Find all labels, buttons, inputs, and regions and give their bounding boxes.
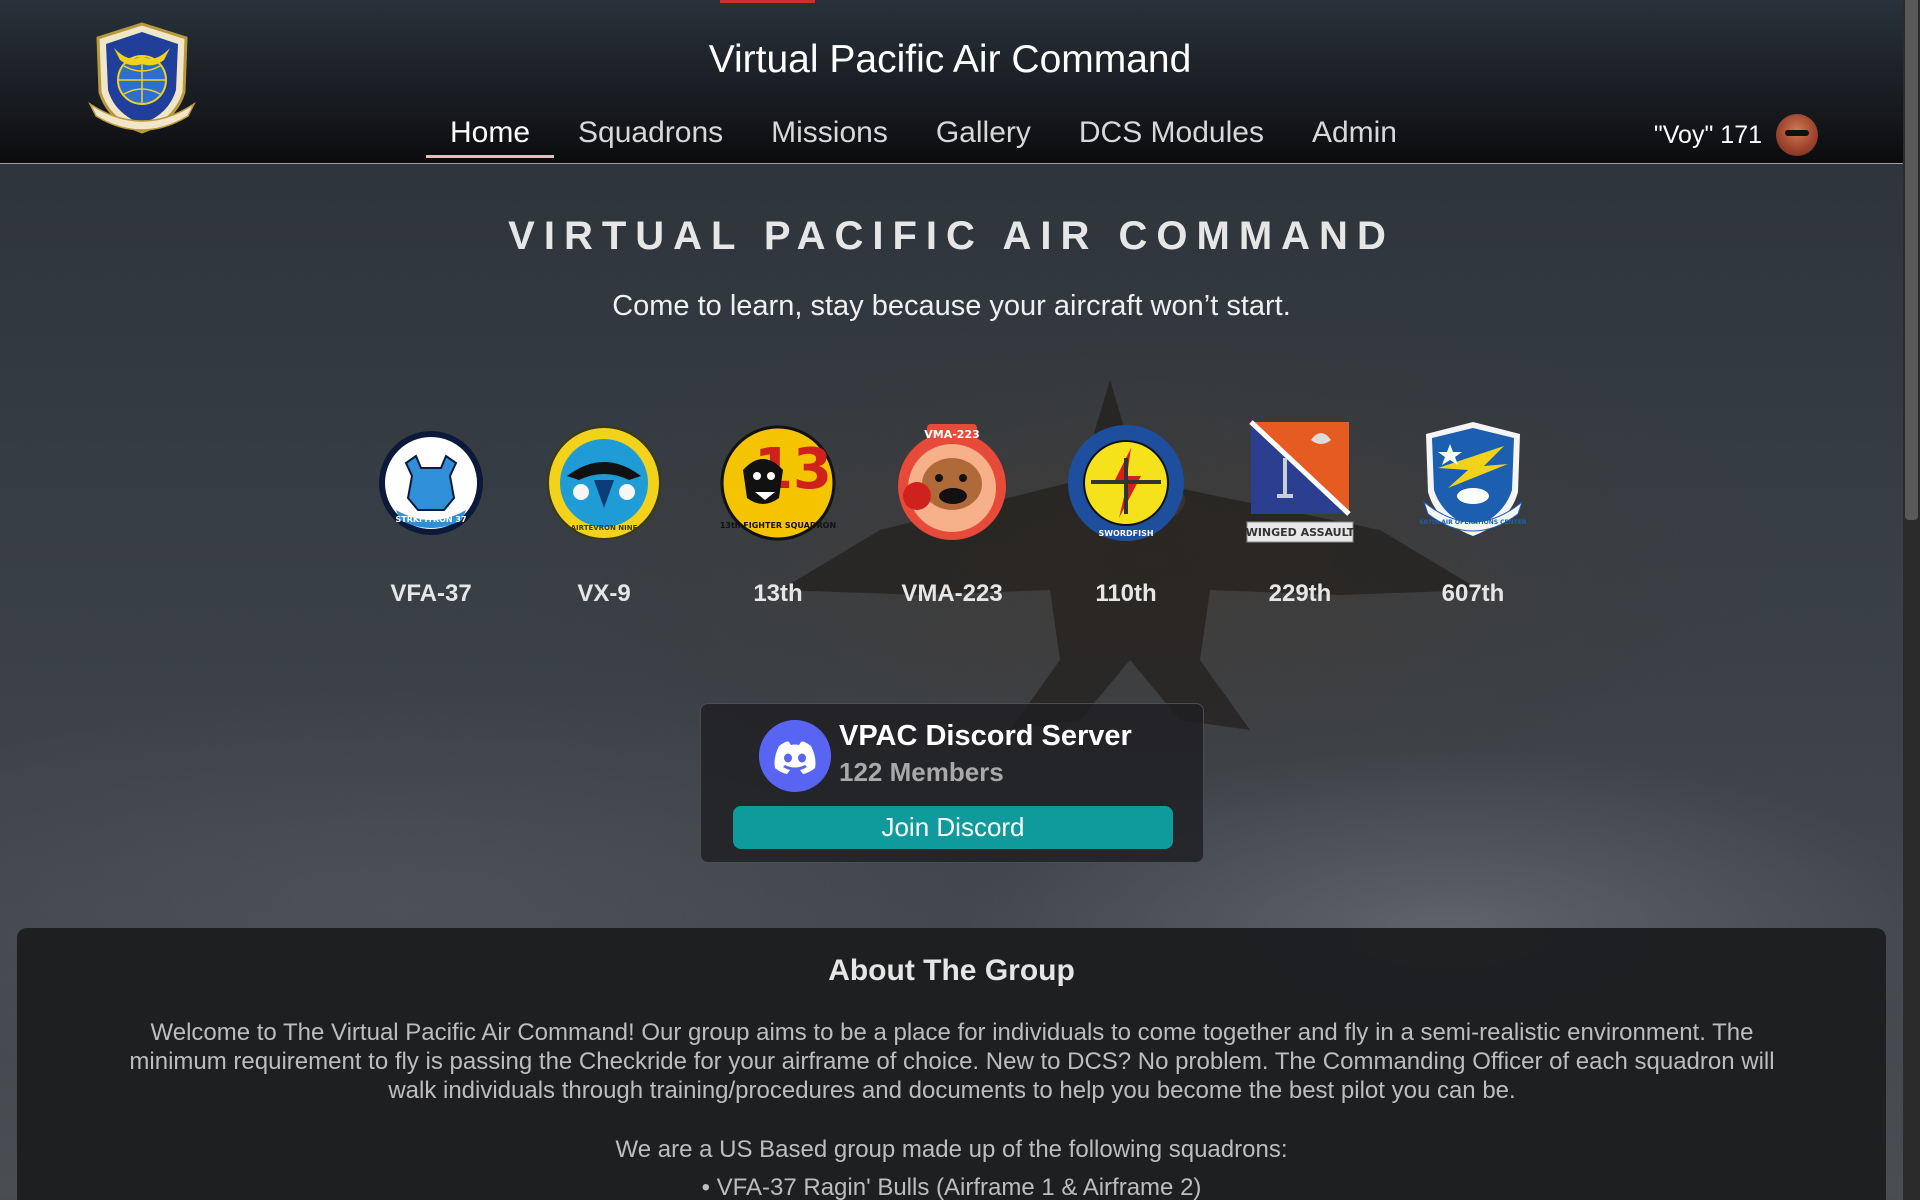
squadron-label[interactable]: VFA-37 [346, 580, 516, 608]
squadron-label[interactable]: 607th [1388, 580, 1558, 608]
site-title[interactable]: Virtual Pacific Air Command [0, 38, 1900, 82]
nav-admin[interactable]: Admin [1288, 112, 1421, 158]
229th-patch-text: WINGED ASSAULT [1246, 526, 1355, 539]
squadron-13th[interactable]: 13 13th FIGHTER SQUADRON 13th [693, 418, 863, 608]
discord-widget: VPAC Discord Server 122 Members Join Dis… [700, 703, 1204, 863]
about-body-line: minimum requirement to fly is passing th… [129, 1048, 1775, 1075]
squadron-label[interactable]: VMA-223 [867, 580, 1037, 608]
squadron-label[interactable]: 110th [1041, 580, 1211, 608]
discord-member-count: 122 Members [839, 757, 1004, 787]
squadron-110th[interactable]: SWORDFISH 110th [1041, 418, 1211, 608]
top-header: Virtual Pacific Air Command Home Squadro… [0, 0, 1920, 164]
join-discord-button[interactable]: Join Discord [733, 806, 1173, 849]
header-red-accent [720, 0, 815, 3]
about-section: About The Group Welcome to The Virtual P… [17, 928, 1886, 1200]
squadron-label[interactable]: 13th [693, 580, 863, 608]
vx9-patch-text: AIRTEVRON NINE [571, 524, 638, 532]
about-body-line: Welcome to The Virtual Pacific Air Comma… [150, 1019, 1754, 1046]
hero-title: VIRTUAL PACIFIC AIR COMMAND [508, 214, 1395, 258]
discord-server-name: VPAC Discord Server [839, 720, 1132, 752]
squadron-vfa-37[interactable]: STRKFITRON 37 VFA-37 [346, 418, 516, 608]
list-bullet-icon: • [701, 1174, 717, 1200]
user-name[interactable]: "Voy" 171 [1654, 121, 1762, 150]
squadron-229th[interactable]: WINGED ASSAULT 229th [1215, 418, 1385, 608]
squadron-vx-9[interactable]: AIRTEVRON NINE VX-9 [519, 418, 689, 608]
page-scrollbar[interactable] [1903, 0, 1920, 1200]
110th-swordfish-patch-icon[interactable]: SWORDFISH [1061, 418, 1191, 548]
squadron-label[interactable]: 229th [1215, 580, 1385, 608]
about-body-line: walk individuals through training/proced… [388, 1077, 1516, 1104]
110th-patch-text: SWORDFISH [1098, 529, 1153, 538]
user-menu[interactable]: "Voy" 171 [1654, 114, 1818, 156]
607th-patch-text: 607th AIR OPERATIONS CENTER [1420, 519, 1527, 526]
607th-shield-patch-icon[interactable]: 607th AIR OPERATIONS CENTER [1408, 418, 1538, 548]
discord-icon [759, 720, 831, 792]
nav-squadrons[interactable]: Squadrons [554, 112, 747, 158]
list-item: VFA-37 Ragin' Bulls (Airframe 1 & Airfra… [716, 1174, 1202, 1200]
13th-panther-patch-icon[interactable]: 13 13th FIGHTER SQUADRON [713, 418, 843, 548]
hero-tagline: Come to learn, stay because your aircraf… [612, 290, 1291, 322]
vfa37-patch-text: STRKFITRON 37 [395, 515, 466, 524]
about-body: Welcome to The Virtual Pacific Air Comma… [77, 1018, 1827, 1105]
nav-dcs-modules[interactable]: DCS Modules [1055, 112, 1288, 158]
squadron-list: • VFA-37 Ragin' Bulls (Airframe 1 & Airf… [17, 1174, 1886, 1200]
13th-patch-text: 13th FIGHTER SQUADRON [720, 521, 836, 530]
user-avatar-icon[interactable] [1776, 114, 1818, 156]
vma223-patch-text: VMA-223 [924, 428, 980, 441]
scrollbar-thumb[interactable] [1905, 0, 1918, 520]
nav-missions[interactable]: Missions [747, 112, 912, 158]
about-subheading: We are a US Based group made up of the f… [615, 1136, 1288, 1163]
vfa37-bull-patch-icon[interactable]: STRKFITRON 37 [366, 418, 496, 548]
vx9-patch-icon[interactable]: AIRTEVRON NINE [539, 418, 669, 548]
main-nav: Home Squadrons Missions Gallery DCS Modu… [426, 112, 1421, 162]
229th-shield-patch-icon[interactable]: WINGED ASSAULT [1235, 418, 1365, 548]
squadron-vma-223[interactable]: VMA-223 VMA-223 [867, 418, 1037, 608]
nav-gallery[interactable]: Gallery [912, 112, 1055, 158]
vma223-bulldog-patch-icon[interactable]: VMA-223 [887, 418, 1017, 548]
squadron-607th[interactable]: 607th AIR OPERATIONS CENTER 607th [1388, 418, 1558, 608]
nav-home[interactable]: Home [426, 112, 555, 158]
about-title: About The Group [828, 954, 1075, 987]
squadron-label[interactable]: VX-9 [519, 580, 689, 608]
